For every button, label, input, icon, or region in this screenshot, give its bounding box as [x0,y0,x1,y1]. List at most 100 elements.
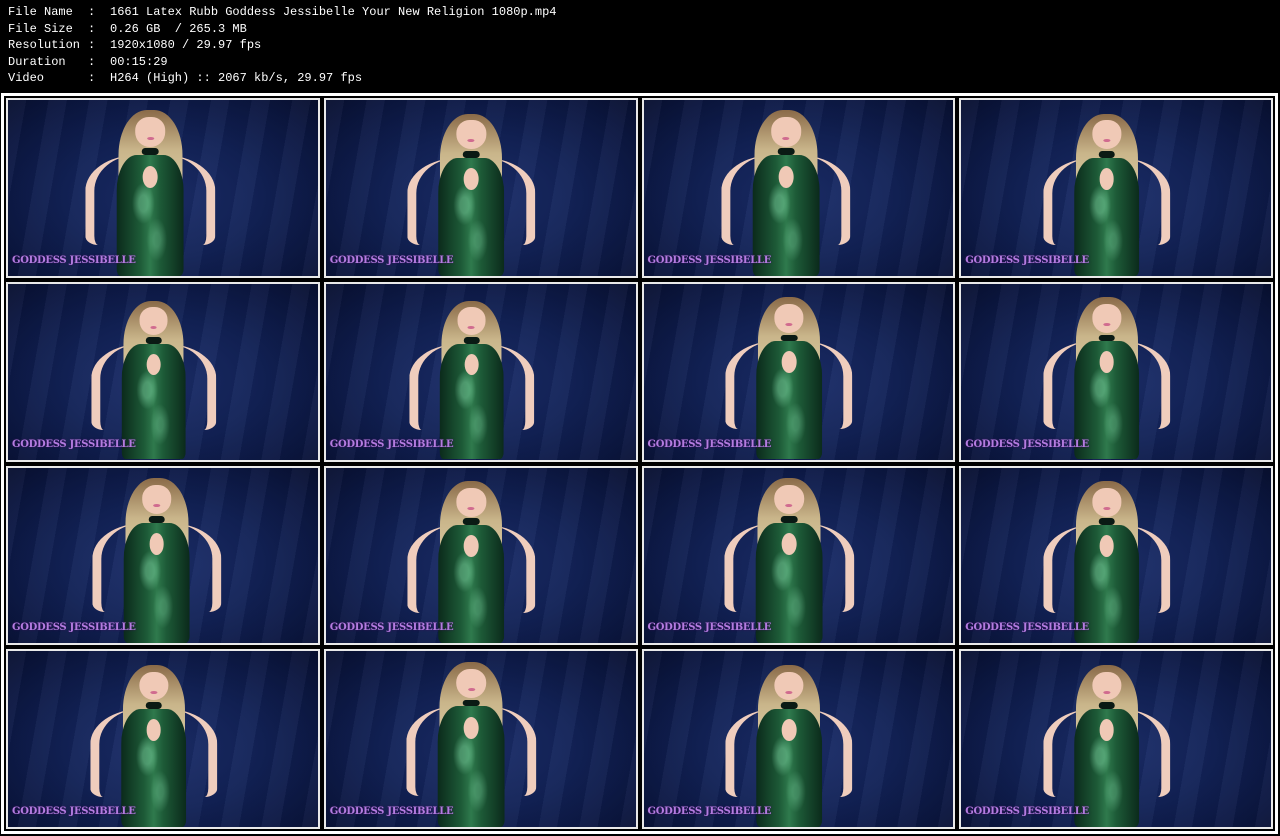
video-thumbnail[interactable]: GODDESS JESSIBELLE [6,281,320,462]
model-figure [1016,658,1198,827]
watermark-logo: GODDESS JESSIBELLE [647,622,772,634]
video-thumbnail[interactable]: GODDESS JESSIBELLE [959,98,1273,278]
model-figure [1016,474,1198,644]
figure-collar [1098,518,1116,526]
watermark-logo: GODDESS JESSIBELLE [329,622,454,634]
figure-face [1092,487,1122,517]
figure-collar [1098,334,1116,342]
video-thumbnail[interactable]: GODDESS JESSIBELLE [6,98,320,278]
figure-collar [780,334,798,342]
file-info-panel: File Name:1661 Latex Rubb Goddess Jessib… [8,4,556,87]
figure-face [774,671,804,701]
model-figure [64,294,242,460]
video-thumbnail[interactable]: GODDESS JESSIBELLE [641,98,956,278]
model-figure [380,474,562,644]
info-value: 00:15:29 [110,54,168,69]
figure-keyhole [464,535,479,558]
model-figure [698,291,880,460]
figure-collar [463,150,480,158]
info-key: Video [8,71,45,86]
figure-keyhole [1099,167,1115,190]
info-value: 1661 Latex Rubb Goddess Jessibelle Your … [110,5,557,19]
figure-keyhole [781,718,797,741]
video-thumbnail[interactable]: GODDESS JESSIBELLE [641,281,956,462]
info-row-video: Video: H264 (High) :: 2067 kb/s, 29.97 fp… [8,70,556,87]
watermark-logo: GODDESS JESSIBELLE [329,438,454,450]
figure-face [457,307,486,336]
figure-keyhole [149,533,165,556]
info-separator: : [88,21,96,36]
video-thumbnail[interactable]: GODDESS JESSIBELLE [959,465,1273,646]
model-figure [382,294,560,460]
watermark-logo: GODDESS JESSIBELLE [12,622,136,634]
figure-face [1092,671,1122,701]
watermark-logo: GODDESS JESSIBELLE [12,438,136,450]
figure-collar [145,702,162,709]
info-separator: : [88,5,96,19]
watermark-logo: GODDESS JESSIBELLE [965,254,1089,266]
figure-keyhole [1099,535,1115,558]
watermark-logo: GODDESS JESSIBELLE [329,254,454,266]
video-thumbnail[interactable]: GODDESS JESSIBELLE [323,281,638,462]
info-separator: : [88,38,96,53]
watermark-logo: GODDESS JESSIBELLE [329,806,454,817]
thumbnail-grid: GODDESS JESSIBELLE GODDESS JESSIBELLE GODD… [4,96,1275,831]
model-figure [378,655,564,827]
watermark-logo: GODDESS JESSIBELLE [647,806,772,817]
watermark-logo: GODDESS JESSIBELLE [965,806,1089,817]
thumbnail-grid-frame: GODDESS JESSIBELLE GODDESS JESSIBELLE GODD… [1,93,1278,834]
figure-collar [463,337,480,344]
figure-collar [463,518,480,526]
figure-collar [780,702,798,709]
video-thumbnail[interactable]: GODDESS JESSIBELLE [6,649,320,829]
video-thumbnail[interactable]: GODDESS JESSIBELLE [323,465,638,646]
figure-keyhole [143,165,158,188]
video-thumbnail[interactable]: GODDESS JESSIBELLE [959,281,1273,462]
figure-collar [1098,702,1116,709]
figure-keyhole [781,351,797,374]
watermark-logo: GODDESS JESSIBELLE [965,438,1089,450]
watermark-logo: GODDESS JESSIBELLE [647,438,772,450]
video-thumbnail[interactable]: GODDESS JESSIBELLE [323,98,638,278]
model-figure [698,658,880,827]
figure-keyhole [781,533,797,556]
figure-collar [142,148,159,156]
model-figure [64,471,250,644]
video-thumbnail[interactable]: GODDESS JESSIBELLE [323,649,638,829]
figure-face [456,487,486,517]
figure-face [771,117,801,147]
model-figure [696,471,882,644]
figure-keyhole [463,716,479,740]
model-figure [1016,107,1198,276]
watermark-logo: GODDESS JESSIBELLE [12,806,136,817]
video-thumbnail[interactable]: GODDESS JESSIBELLE [641,465,956,646]
info-row-file-size: File Size:0.26 GB / 265.3 MB [8,21,556,38]
video-thumbnail[interactable]: GODDESS JESSIBELLE [641,649,956,829]
figure-keyhole [464,167,479,190]
info-value: 0.26 GB / 265.3 MB [110,21,247,36]
figure-keyhole [146,718,161,741]
figure-face [139,307,168,336]
model-figure [63,658,245,827]
watermark-logo: GODDESS JESSIBELLE [965,622,1089,634]
info-key: File Name [8,5,73,19]
watermark-logo: GODDESS JESSIBELLE [12,254,136,266]
model-figure [380,107,562,276]
info-key: Resolution [8,38,81,53]
video-thumbnail[interactable]: GODDESS JESSIBELLE [959,649,1273,829]
figure-collar [462,699,480,707]
figure-keyhole [778,165,794,188]
watermark-logo: GODDESS JESSIBELLE [647,254,772,266]
model-figure [58,104,244,276]
figure-face [139,671,169,701]
figure-collar [780,515,798,523]
info-separator: : [88,71,96,86]
figure-collar [1098,150,1116,158]
info-key: Duration [8,54,66,69]
figure-keyhole [1099,718,1115,741]
figure-collar [145,337,162,344]
figure-collar [148,515,166,523]
video-thumbnail[interactable]: GODDESS JESSIBELLE [6,465,320,646]
info-row-file-name: File Name:1661 Latex Rubb Goddess Jessib… [8,4,556,21]
figure-face [456,120,486,150]
